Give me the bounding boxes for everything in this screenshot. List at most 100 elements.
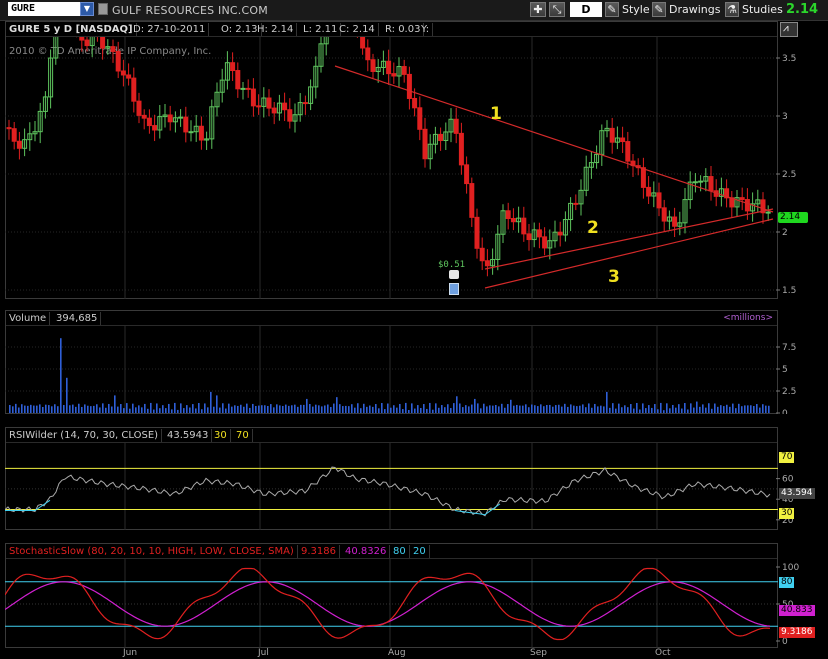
volume-bar bbox=[756, 404, 758, 413]
volume-bar bbox=[693, 407, 695, 413]
candle-body bbox=[141, 114, 147, 119]
earnings-icon[interactable] bbox=[449, 283, 459, 295]
candle-body bbox=[620, 137, 626, 143]
candle bbox=[27, 122, 33, 151]
bar-date: D: 27-10-2011 bbox=[130, 23, 210, 36]
chart-settings-button[interactable]: ⩘ bbox=[780, 22, 798, 37]
pencil-icon: ✎ bbox=[654, 3, 664, 16]
candle-body bbox=[178, 116, 184, 119]
volume-bar bbox=[630, 404, 632, 413]
candle-body bbox=[152, 125, 158, 131]
candle-body bbox=[661, 207, 667, 222]
volume-bar bbox=[252, 403, 254, 413]
volume-bar bbox=[297, 406, 299, 413]
candle bbox=[594, 145, 600, 169]
candle bbox=[152, 114, 158, 142]
volume-bar bbox=[276, 404, 278, 413]
stochastic-chart[interactable]: 100500 bbox=[5, 558, 805, 648]
candle bbox=[146, 109, 152, 134]
volume-bar bbox=[657, 409, 659, 413]
volume-bar bbox=[132, 403, 134, 413]
candle bbox=[131, 67, 137, 113]
volume-units: <millions> bbox=[723, 313, 773, 323]
volume-bar bbox=[531, 404, 533, 413]
volume-bar bbox=[399, 403, 401, 413]
symbol-dropdown-button[interactable]: ▼ bbox=[80, 2, 94, 16]
candle-body bbox=[282, 102, 288, 111]
style-icon-button[interactable]: ✎ bbox=[605, 2, 619, 17]
volume-bar bbox=[543, 406, 545, 413]
volume-bar bbox=[471, 404, 473, 413]
volume-bar bbox=[423, 404, 425, 413]
drawings-icon-button[interactable]: ✎ bbox=[652, 2, 666, 17]
candle-body bbox=[692, 181, 698, 184]
stochastic-d-tag: 40.833 bbox=[779, 605, 815, 616]
volume-bar bbox=[171, 409, 173, 413]
candle bbox=[474, 208, 480, 259]
annotation-1: 1 bbox=[490, 104, 502, 124]
volume-bar bbox=[681, 408, 683, 413]
candle bbox=[562, 211, 568, 242]
month-label: Sep bbox=[530, 648, 547, 658]
candle bbox=[297, 93, 303, 122]
volume-bar bbox=[144, 403, 146, 413]
volume-bar bbox=[372, 406, 374, 413]
candle bbox=[739, 187, 745, 211]
volume-bar bbox=[525, 404, 527, 413]
candle bbox=[542, 227, 548, 256]
volume-chart[interactable]: 7.5 5 2.5 0 bbox=[5, 325, 805, 414]
candle bbox=[640, 157, 646, 199]
crosshair-tool-button[interactable]: ✚ bbox=[530, 2, 546, 17]
studies-icon-button[interactable]: ⚗ bbox=[725, 2, 739, 17]
candle bbox=[219, 68, 225, 103]
volume-bar bbox=[585, 407, 587, 413]
volume-grid bbox=[5, 325, 778, 414]
drawings-menu[interactable]: Drawings bbox=[669, 3, 720, 16]
candle bbox=[380, 50, 386, 76]
document-icon[interactable] bbox=[98, 3, 108, 15]
stochastic-os: 20 bbox=[410, 545, 430, 558]
volume-bar bbox=[303, 404, 305, 413]
volume-bar bbox=[387, 403, 389, 413]
candle bbox=[110, 39, 116, 63]
zoom-tool-button[interactable]: ⤡ bbox=[549, 2, 565, 17]
rsi-chart[interactable]: 604020 bbox=[5, 442, 805, 530]
candle bbox=[432, 126, 438, 154]
volume-bar bbox=[336, 397, 338, 413]
candle bbox=[578, 179, 584, 216]
candle bbox=[115, 41, 121, 79]
volume-bar bbox=[216, 395, 218, 413]
volume-bar bbox=[669, 408, 671, 413]
volume-bar bbox=[255, 405, 257, 413]
candle bbox=[656, 182, 662, 217]
volume-bar bbox=[42, 406, 44, 413]
volume-bar bbox=[738, 403, 740, 413]
volume-bar bbox=[708, 403, 710, 413]
candle-body bbox=[640, 167, 646, 188]
candle bbox=[406, 66, 412, 110]
volume-bar bbox=[36, 405, 38, 413]
volume-bar bbox=[519, 405, 521, 413]
volume-bar bbox=[159, 408, 161, 413]
symbol-input[interactable]: GURE bbox=[8, 2, 80, 16]
candle bbox=[724, 179, 730, 208]
volume-bar bbox=[561, 406, 563, 413]
style-menu[interactable]: Style bbox=[622, 3, 650, 16]
volume-bar bbox=[393, 405, 395, 413]
candle bbox=[588, 151, 594, 179]
studies-menu[interactable]: Studies bbox=[742, 3, 783, 16]
candle bbox=[214, 82, 220, 117]
candle bbox=[692, 173, 698, 193]
volume-bar bbox=[270, 404, 272, 413]
price-chart[interactable]: 54.543.532.521.5 bbox=[5, 37, 805, 299]
candle bbox=[282, 92, 288, 122]
volume-bar bbox=[621, 407, 623, 413]
phone-icon[interactable] bbox=[449, 270, 459, 279]
volume-bar bbox=[555, 405, 557, 413]
volume-bar bbox=[258, 405, 260, 413]
volume-header: Volume 394,685 <millions> bbox=[6, 311, 777, 326]
candle-body bbox=[302, 102, 308, 105]
rsi-curve bbox=[5, 466, 771, 517]
timeframe-selector[interactable]: D bbox=[570, 2, 602, 17]
candle-body bbox=[11, 128, 17, 142]
